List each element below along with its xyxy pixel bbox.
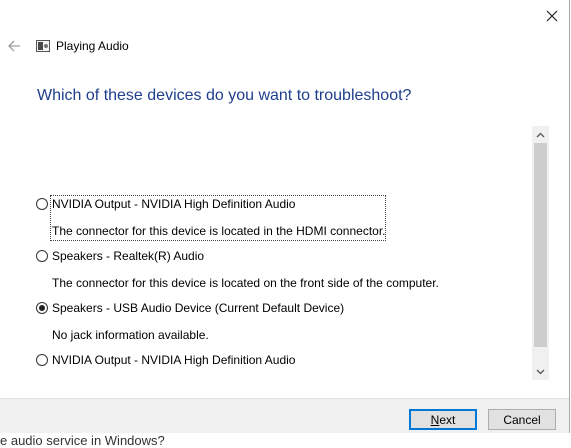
chevron-down-icon [536,369,545,374]
scroll-thumb[interactable] [534,143,547,347]
radio-button[interactable] [36,198,48,210]
window-title: Playing Audio [56,39,129,53]
device-description: The connector for this device is located… [52,224,386,238]
back-button[interactable] [6,36,22,56]
device-label: NVIDIA Output - NVIDIA High Definition A… [52,353,296,367]
vertical-scrollbar[interactable] [532,126,549,380]
radio-button-selected[interactable] [36,302,48,314]
close-button[interactable] [538,4,566,28]
scroll-up-button[interactable] [532,126,549,143]
chevron-up-icon [536,132,545,137]
device-label: Speakers - USB Audio Device (Current Def… [52,301,345,315]
background-page-text: e audio service in Windows? [0,433,165,448]
next-label: ext [439,412,456,427]
header-row: Playing Audio [0,34,560,58]
radio-button[interactable] [36,354,48,366]
next-button[interactable]: Next [409,409,477,430]
page-question: Which of these devices do you want to tr… [37,87,412,104]
device-description: The connector for this device is located… [52,276,439,290]
cancel-button[interactable]: Cancel [488,409,556,430]
scroll-down-button[interactable] [532,363,549,380]
troubleshooter-window: Playing Audio Which of these devices do … [0,0,570,433]
back-arrow-icon [8,40,20,52]
next-mnemonic: N [430,412,440,427]
audio-troubleshooter-icon [35,38,51,54]
device-label: Speakers - Realtek(R) Audio [52,249,205,263]
radio-button[interactable] [36,250,48,262]
device-description: No jack information available. [52,328,209,342]
dialog-footer: Next Cancel [0,398,569,433]
close-icon [546,10,558,22]
device-label: NVIDIA Output - NVIDIA High Definition A… [52,197,296,211]
